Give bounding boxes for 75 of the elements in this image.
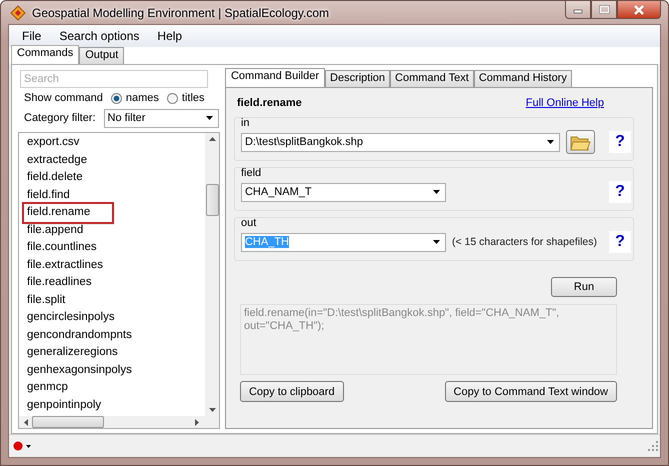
command-item[interactable]: field.rename: [24, 204, 112, 222]
copy-button[interactable]: Copy to clipboard: [240, 381, 344, 402]
caret-icon: [432, 190, 440, 194]
menu-item[interactable]: File: [13, 29, 50, 43]
copy-button[interactable]: Copy to Command Text window: [444, 381, 617, 402]
menu-item[interactable]: Help: [148, 29, 192, 43]
show-command-label: Show command: [24, 92, 103, 104]
tab[interactable]: Command Text: [390, 70, 474, 87]
command-item[interactable]: genpointinpoly: [24, 396, 104, 414]
minimize-button[interactable]: [565, 1, 591, 19]
radio-button[interactable]: [110, 92, 122, 104]
maximize-icon: [598, 5, 610, 14]
parameter-label: field: [240, 166, 262, 180]
command-item[interactable]: gencondrandompnts: [24, 326, 135, 344]
category-dropdown[interactable]: No filter: [104, 108, 219, 128]
record-dot-icon: [13, 441, 23, 451]
command-item[interactable]: gencirclesinpolys: [24, 309, 118, 326]
radio-option[interactable]: names: [110, 92, 159, 104]
help-button[interactable]: ?: [609, 131, 631, 153]
radio-label: titles: [182, 92, 205, 104]
parameter-dropdown[interactable]: CHA_NAM_T: [240, 182, 446, 202]
scroll-down-icon: [208, 408, 216, 412]
category-filter-label: Category filter:: [24, 112, 96, 124]
scroll-thumb[interactable]: [32, 416, 104, 428]
browse-button[interactable]: [566, 130, 595, 154]
command-item[interactable]: file.extractlines: [24, 256, 106, 274]
vertical-scrollbar[interactable]: [205, 133, 219, 416]
caret-icon: [432, 240, 440, 244]
search-field[interactable]: Search: [20, 70, 208, 88]
command-item[interactable]: field.delete: [24, 169, 86, 186]
resize-grip-icon: [648, 441, 658, 451]
radio-option[interactable]: titles: [166, 92, 205, 104]
parameter-label: out: [240, 216, 258, 230]
radio-button[interactable]: [166, 92, 178, 104]
parameter-label: in: [240, 116, 251, 130]
window-title: Geospatial Modelling Environment | SpatialEcology.com: [32, 6, 330, 20]
help-link[interactable]: Full Online Help: [526, 97, 604, 109]
scroll-thumb[interactable]: [206, 184, 218, 216]
scroll-right-icon: [195, 418, 199, 426]
command-item[interactable]: generalizeregions: [24, 344, 121, 362]
command-item[interactable]: file.countlines: [24, 239, 100, 256]
command-item[interactable]: file.readlines: [24, 274, 95, 292]
command-text-box: field.rename(in="D:\test\splitBangkok.shp", field="CHA_NAM_T", out="CHA_TH");: [240, 304, 617, 375]
caret-icon: [26, 444, 31, 448]
maximize-button[interactable]: [591, 1, 617, 19]
status-dropdown[interactable]: [13, 441, 31, 451]
scroll-left-icon: [24, 418, 28, 426]
help-button[interactable]: ?: [609, 181, 631, 203]
command-item[interactable]: extractedge: [24, 152, 90, 169]
radio-label: names: [126, 92, 159, 104]
horizontal-scrollbar[interactable]: [19, 416, 219, 428]
hint-text: (< 15 characters for shapefiles): [452, 236, 597, 248]
command-item[interactable]: field.find: [24, 186, 73, 204]
menu-item[interactable]: Search options: [50, 29, 148, 43]
folder-icon: [570, 134, 591, 150]
command-item[interactable]: file.append: [24, 222, 86, 239]
app-icon: [10, 4, 26, 20]
caret-icon: [546, 140, 554, 144]
tab[interactable]: Commands: [11, 45, 80, 64]
tab[interactable]: Command History: [474, 70, 572, 87]
command-title: field.rename: [236, 97, 302, 109]
parameter-dropdown[interactable]: D:\test\splitBangkok.shp: [240, 132, 560, 152]
help-button[interactable]: ?: [609, 231, 631, 253]
caret-icon: [206, 116, 213, 120]
command-item[interactable]: genhexagonsinpolys: [24, 362, 135, 379]
close-button[interactable]: [617, 1, 661, 19]
command-item[interactable]: genmcp: [24, 379, 71, 396]
run-button[interactable]: Run: [551, 277, 617, 297]
command-item[interactable]: file.split: [24, 292, 68, 309]
scroll-up-icon: [208, 137, 216, 141]
tab[interactable]: Output: [79, 47, 124, 64]
tab[interactable]: Description: [325, 70, 390, 87]
close-icon: [633, 4, 645, 14]
command-item[interactable]: export.csv: [24, 134, 82, 152]
tab[interactable]: Command Builder: [224, 68, 326, 87]
